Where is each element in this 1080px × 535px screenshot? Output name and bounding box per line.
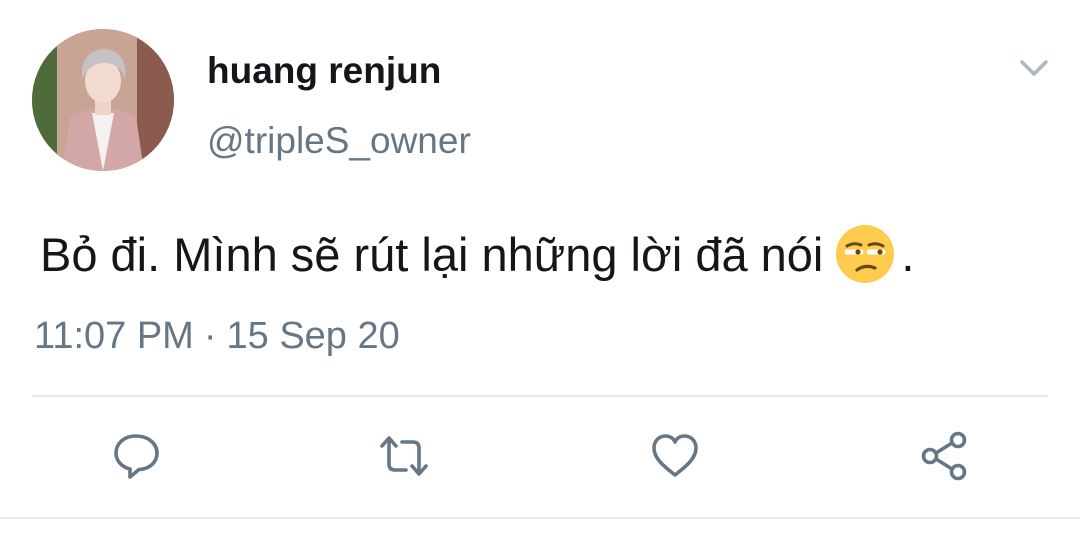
share-button[interactable] [916, 428, 972, 484]
retweet-button[interactable] [376, 428, 432, 484]
tweet-text: Bỏ đi. Mình sẽ rút lại những lời đã nói … [40, 222, 914, 286]
like-button[interactable] [647, 428, 703, 484]
timestamp-separator: · [203, 315, 217, 357]
retweet-icon [380, 436, 428, 476]
reply-icon [114, 434, 159, 479]
user-handle[interactable]: @tripleS_owner [207, 120, 471, 162]
reply-button[interactable] [108, 428, 164, 484]
unamused-face-icon [836, 225, 895, 283]
like-icon [652, 434, 698, 477]
chevron-down-icon[interactable] [1016, 56, 1052, 80]
share-icon [921, 431, 967, 481]
timestamp[interactable]: 11:07 PM · 15 Sep 20 [34, 315, 400, 358]
avatar[interactable] [32, 29, 174, 171]
bottom-divider [0, 517, 1080, 519]
display-name[interactable]: huang renjun [207, 50, 441, 92]
tweet-body: Bỏ đi. Mình sẽ rút lại những lời đã nói [40, 227, 824, 281]
tweet-date: 15 Sep 20 [226, 315, 400, 357]
avatar-photo [32, 29, 174, 171]
divider [32, 395, 1048, 397]
tweet-time: 11:07 PM [34, 315, 194, 357]
tweet-suffix: . [901, 227, 915, 281]
